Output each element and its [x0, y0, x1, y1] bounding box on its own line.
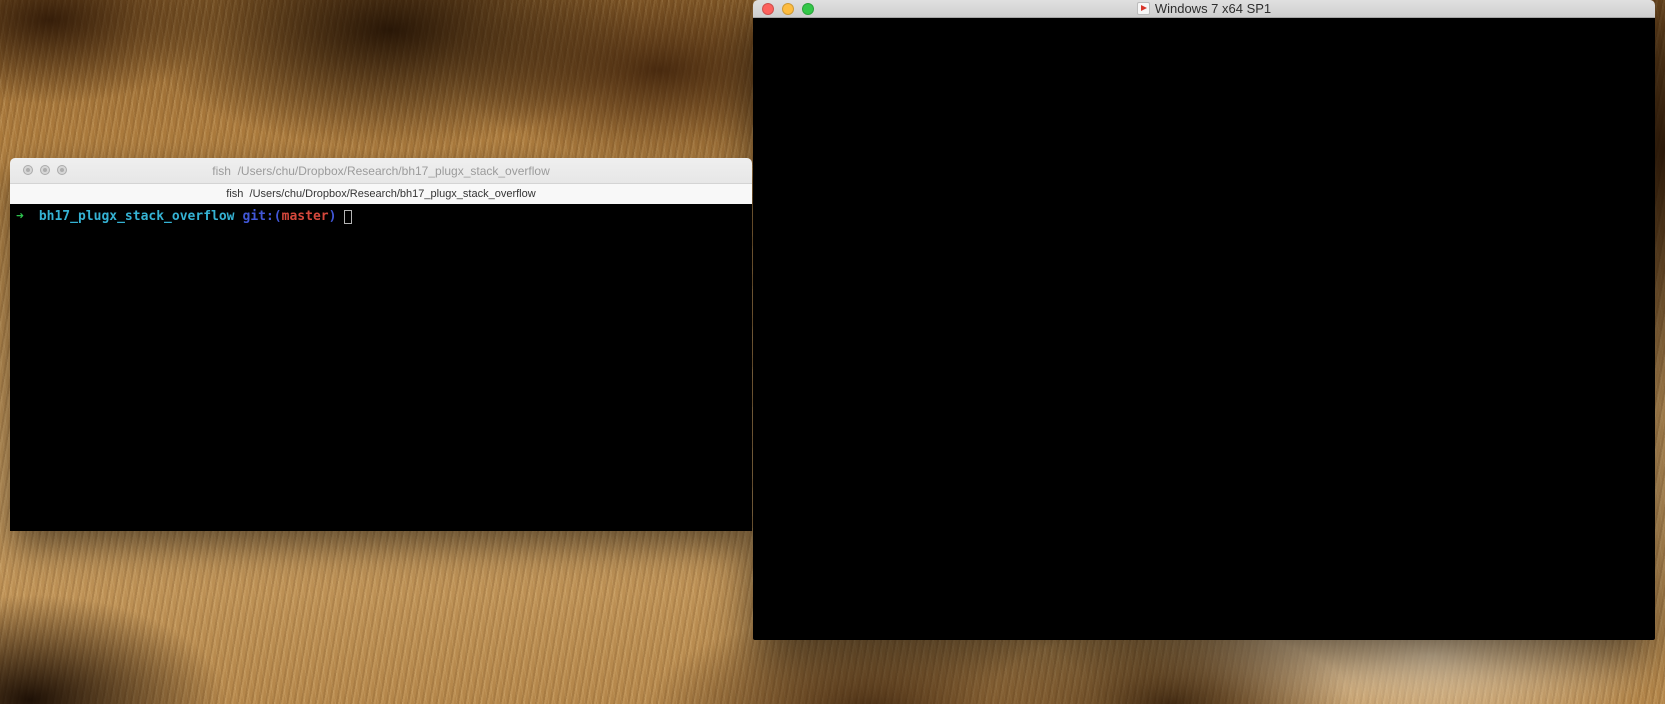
vm-traffic-lights: [762, 3, 814, 15]
prompt-git-prefix: git:(: [243, 209, 282, 224]
close-button[interactable]: [23, 165, 33, 175]
close-button[interactable]: [762, 3, 774, 15]
terminal-traffic-lights: [23, 165, 67, 175]
minimize-button[interactable]: [40, 165, 50, 175]
vm-titlebar[interactable]: Windows 7 x64 SP1: [753, 0, 1655, 18]
terminal-tab-bar: fish /Users/chu/Dropbox/Research/bh17_pl…: [10, 183, 752, 204]
terminal-window: fish /Users/chu/Dropbox/Research/bh17_pl…: [10, 158, 752, 531]
prompt-arrow-icon: ➜: [16, 209, 24, 224]
prompt-git-suffix: ): [329, 209, 337, 224]
vm-title-group: Windows 7 x64 SP1: [1137, 1, 1271, 16]
minimize-button[interactable]: [782, 3, 794, 15]
zoom-button[interactable]: [57, 165, 67, 175]
vm-window-title: Windows 7 x64 SP1: [1155, 1, 1271, 16]
prompt-directory: bh17_plugx_stack_overflow: [39, 209, 235, 224]
terminal-window-title: fish /Users/chu/Dropbox/Research/bh17_pl…: [212, 164, 550, 178]
terminal-titlebar[interactable]: fish /Users/chu/Dropbox/Research/bh17_pl…: [10, 158, 752, 183]
vm-document-icon: [1137, 2, 1150, 15]
zoom-button[interactable]: [802, 3, 814, 15]
terminal-content[interactable]: ➜ bh17_plugx_stack_overflow git:( master…: [10, 204, 752, 531]
vm-screen[interactable]: [753, 18, 1655, 640]
shell-prompt: ➜ bh17_plugx_stack_overflow git:( master…: [16, 208, 752, 225]
terminal-tab[interactable]: fish /Users/chu/Dropbox/Research/bh17_pl…: [226, 188, 535, 200]
prompt-git-branch: master: [282, 209, 329, 224]
terminal-cursor: [344, 210, 352, 224]
vm-window: Windows 7 x64 SP1: [753, 0, 1655, 640]
